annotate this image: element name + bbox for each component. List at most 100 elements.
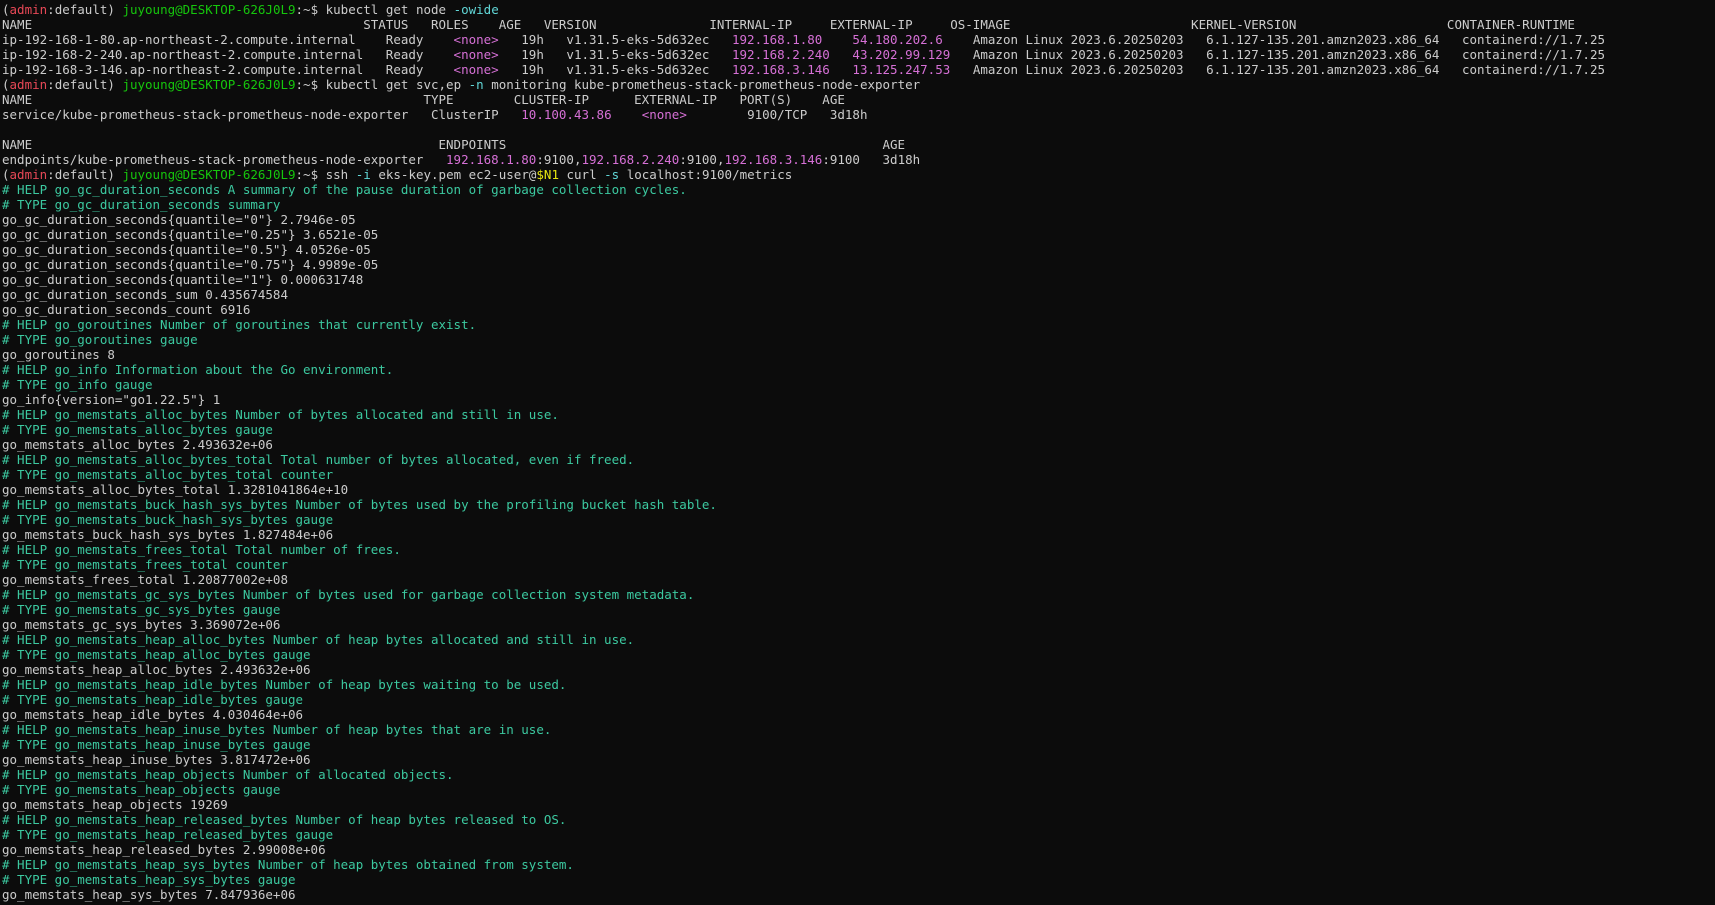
terminal-text: # TYPE go_memstats_heap_objects gauge <box>2 782 281 797</box>
terminal-line: service/kube-prometheus-stack-prometheus… <box>2 107 1713 122</box>
terminal-text: go_gc_duration_seconds{quantile="0"} 2.7… <box>2 212 356 227</box>
terminal-text: 9100/TCP 3d18h <box>686 107 868 122</box>
terminal-text: ip-192-168-2-240.ap-northeast-2.compute.… <box>2 47 454 62</box>
terminal-text: # TYPE go_memstats_heap_sys_bytes gauge <box>2 872 296 887</box>
terminal-text: # HELP go_memstats_alloc_bytes Number of… <box>2 407 559 422</box>
terminal-line: go_memstats_heap_released_bytes 2.99008e… <box>2 842 1713 857</box>
terminal-text: admin <box>9 167 48 182</box>
terminal-text: 54.180.202.6 <box>852 32 943 47</box>
terminal-text: go_memstats_alloc_bytes 2.493632e+06 <box>2 437 273 452</box>
terminal-line: ip-192-168-1-80.ap-northeast-2.compute.i… <box>2 32 1713 47</box>
terminal-text: -i <box>355 167 371 182</box>
terminal-line: (admin:default) juyoung@DESKTOP-626J0L9:… <box>2 167 1713 182</box>
terminal-text: Amazon Linux 2023.6.20250203 6.1.127-135… <box>942 32 1605 47</box>
terminal-text: go_gc_duration_seconds_count 6916 <box>2 302 251 317</box>
terminal-text: endpoints/kube-prometheus-stack-promethe… <box>2 152 447 167</box>
terminal-text: # TYPE go_memstats_alloc_bytes_total cou… <box>2 467 334 482</box>
terminal-line: NAME ENDPOINTS AGE <box>2 137 1713 152</box>
terminal-text: :~$ kubectl get svc,ep <box>295 77 469 92</box>
terminal-text: :9100 3d18h <box>822 152 921 167</box>
terminal-text: # TYPE go_memstats_heap_alloc_bytes gaug… <box>2 647 311 662</box>
terminal-text: go_memstats_frees_total 1.20877002e+08 <box>2 572 288 587</box>
terminal-text: # HELP go_memstats_heap_sys_bytes Number… <box>2 857 574 872</box>
terminal-text: :~$ ssh <box>295 167 356 182</box>
terminal-text: # TYPE go_memstats_frees_total counter <box>2 557 288 572</box>
terminal-text: <none> <box>453 32 499 47</box>
terminal-text: -s <box>604 167 620 182</box>
terminal-text: go_memstats_heap_inuse_bytes 3.817472e+0… <box>2 752 311 767</box>
terminal-text: go_memstats_heap_idle_bytes 4.030464e+06 <box>2 707 304 722</box>
terminal-line: endpoints/kube-prometheus-stack-promethe… <box>2 152 1713 167</box>
terminal-line: (admin:default) juyoung@DESKTOP-626J0L9:… <box>2 2 1713 17</box>
terminal-text: NAME ENDPOINTS AGE <box>2 137 906 152</box>
terminal-text: # TYPE go_memstats_heap_released_bytes g… <box>2 827 334 842</box>
terminal-text: monitoring kube-prometheus-stack-prometh… <box>483 77 921 92</box>
terminal-line: go_memstats_alloc_bytes_total 1.32810418… <box>2 482 1713 497</box>
terminal-line: # TYPE go_memstats_alloc_bytes gauge <box>2 422 1713 437</box>
terminal-text: :~$ kubectl get node <box>295 2 454 17</box>
terminal-line: # HELP go_memstats_alloc_bytes_total Tot… <box>2 452 1713 467</box>
terminal-line: # HELP go_goroutines Number of goroutine… <box>2 317 1713 332</box>
terminal-text: localhost:9100/metrics <box>619 167 793 182</box>
terminal-line: # TYPE go_memstats_alloc_bytes_total cou… <box>2 467 1713 482</box>
terminal-line: # HELP go_gc_duration_seconds A summary … <box>2 182 1713 197</box>
terminal-text: 43.202.99.129 <box>852 47 951 62</box>
terminal-text: # HELP go_memstats_gc_sys_bytes Number o… <box>2 587 695 602</box>
terminal-text: # HELP go_info Information about the Go … <box>2 362 394 377</box>
terminal-line: ip-192-168-3-146.ap-northeast-2.compute.… <box>2 62 1713 77</box>
terminal-line: go_goroutines 8 <box>2 347 1713 362</box>
terminal-text: # TYPE go_goroutines gauge <box>2 332 198 347</box>
terminal-line: ip-192-168-2-240.ap-northeast-2.compute.… <box>2 47 1713 62</box>
terminal-text: NAME TYPE CLUSTER-IP EXTERNAL-IP PORT(S)… <box>2 92 845 107</box>
terminal-line: go_gc_duration_seconds{quantile="1"} 0.0… <box>2 272 1713 287</box>
terminal-output[interactable]: (admin :default) juyoung@DESKTOP-626J0L9:… <box>0 0 1715 904</box>
terminal-text: curl <box>558 167 605 182</box>
terminal-text: go_gc_duration_seconds{quantile="0.5"} 4… <box>2 242 371 257</box>
terminal-line: go_gc_duration_seconds{quantile="0.5"} 4… <box>2 242 1713 257</box>
terminal-text: # TYPE go_gc_duration_seconds summary <box>2 197 281 212</box>
terminal-text: go_memstats_alloc_bytes_total 1.32810418… <box>2 482 349 497</box>
terminal-line: # TYPE go_gc_duration_seconds summary <box>2 197 1713 212</box>
terminal-text: eks-key.pem ec2-user@ <box>370 167 537 182</box>
terminal-text: # HELP go_memstats_heap_idle_bytes Numbe… <box>2 677 567 692</box>
terminal-text: # TYPE go_memstats_gc_sys_bytes gauge <box>2 602 281 617</box>
terminal-text: <none> <box>453 62 499 77</box>
terminal-line: # TYPE go_goroutines gauge <box>2 332 1713 347</box>
terminal-text: # HELP go_memstats_heap_alloc_bytes Numb… <box>2 632 635 647</box>
terminal-text: go_memstats_gc_sys_bytes 3.369072e+06 <box>2 617 281 632</box>
terminal-text: # HELP go_memstats_buck_hash_sys_bytes N… <box>2 497 717 512</box>
terminal-text: # HELP go_memstats_alloc_bytes_total Tot… <box>2 452 635 467</box>
terminal-text: go_goroutines 8 <box>2 347 115 362</box>
terminal-line: go_memstats_heap_objects 19269 <box>2 797 1713 812</box>
terminal-text: ( <box>2 167 10 182</box>
terminal-text: juyoung@DESKTOP-626J0L9 <box>122 77 296 92</box>
terminal-text: -owide <box>453 2 499 17</box>
terminal-text: 19h v1.31.5-eks-5d632ec <box>498 32 732 47</box>
terminal-line: # HELP go_memstats_heap_released_bytes N… <box>2 812 1713 827</box>
terminal-text: juyoung@DESKTOP-626J0L9 <box>122 2 296 17</box>
terminal-line: go_memstats_heap_sys_bytes 7.847936e+06 <box>2 887 1713 902</box>
terminal-line: # TYPE go_memstats_heap_objects gauge <box>2 782 1713 797</box>
terminal-text: 192.168.2.240 <box>581 152 680 167</box>
terminal-text: go_memstats_heap_released_bytes 2.99008e… <box>2 842 326 857</box>
terminal-text: 10.100.43.86 <box>521 107 612 122</box>
terminal-text: # TYPE go_memstats_alloc_bytes gauge <box>2 422 273 437</box>
terminal-text: # TYPE go_memstats_buck_hash_sys_bytes g… <box>2 512 334 527</box>
terminal-text: :9100, <box>536 152 582 167</box>
terminal-line: go_gc_duration_seconds_count 6916 <box>2 302 1713 317</box>
terminal-line: # HELP go_memstats_alloc_bytes Number of… <box>2 407 1713 422</box>
terminal-text: :default) <box>47 2 123 17</box>
terminal-text: 13.125.247.53 <box>852 62 951 77</box>
terminal-text: go_gc_duration_seconds_sum 0.435674584 <box>2 287 288 302</box>
terminal-text: go_gc_duration_seconds{quantile="0.25"} … <box>2 227 379 242</box>
terminal-text: 192.168.3.146 <box>724 152 823 167</box>
terminal-text: # HELP go_memstats_heap_inuse_bytes Numb… <box>2 722 552 737</box>
terminal-line: go_gc_duration_seconds{quantile="0.75"} … <box>2 257 1713 272</box>
terminal-text: go_gc_duration_seconds{quantile="0.75"} … <box>2 257 379 272</box>
terminal-line: # HELP go_info Information about the Go … <box>2 362 1713 377</box>
terminal-line: # HELP go_memstats_heap_inuse_bytes Numb… <box>2 722 1713 737</box>
terminal-line: go_memstats_gc_sys_bytes 3.369072e+06 <box>2 617 1713 632</box>
terminal-line: # HELP go_memstats_frees_total Total num… <box>2 542 1713 557</box>
